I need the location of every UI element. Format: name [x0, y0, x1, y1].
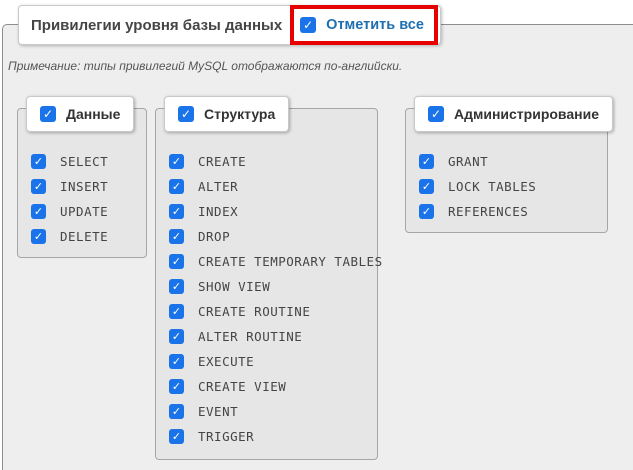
privilege-label: TRIGGER — [198, 429, 255, 444]
privilege-label: CREATE — [198, 154, 247, 169]
privilege-checkbox-icon[interactable]: ✓ — [31, 229, 46, 244]
privilege-checkbox-icon[interactable]: ✓ — [169, 429, 184, 444]
check-all-highlight-box[interactable]: ✓ Отметить все — [290, 5, 438, 45]
privilege-label: CREATE TEMPORARY TABLES — [198, 254, 383, 269]
privilege-checkbox-icon[interactable]: ✓ — [419, 179, 434, 194]
privilege-row[interactable]: ✓ CREATE TEMPORARY TABLES — [169, 254, 383, 269]
group-administration-list: ✓ GRANT ✓ LOCK TABLES ✓ REFERENCES — [419, 154, 536, 219]
mysql-note: Примечание: типы привилегий MySQL отобра… — [8, 59, 403, 73]
group-structure-list: ✓ CREATE ✓ ALTER ✓ INDEX ✓ DROP ✓ CREATE TEMPORAR… — [169, 154, 383, 444]
privilege-checkbox-icon[interactable]: ✓ — [169, 204, 184, 219]
group-structure-label: Структура — [204, 106, 276, 122]
privilege-label: EXECUTE — [198, 354, 255, 369]
privilege-checkbox-icon[interactable]: ✓ — [169, 354, 184, 369]
privilege-label: LOCK TABLES — [448, 179, 537, 194]
privilege-row[interactable]: ✓ CREATE — [169, 154, 383, 169]
page-title: Привилегии уровня базы данных — [31, 16, 283, 34]
privilege-row[interactable]: ✓ DELETE — [31, 229, 108, 244]
check-all-label[interactable]: Отметить все — [326, 17, 424, 33]
privilege-row[interactable]: ✓ DROP — [169, 229, 383, 244]
privilege-label: CREATE ROUTINE — [198, 304, 311, 319]
privilege-checkbox-icon[interactable]: ✓ — [169, 304, 184, 319]
privilege-label: UPDATE — [60, 204, 109, 219]
privilege-checkbox-icon[interactable]: ✓ — [31, 204, 46, 219]
privilege-label: SELECT — [60, 154, 109, 169]
privilege-label: REFERENCES — [448, 204, 529, 219]
privilege-row[interactable]: ✓ ALTER — [169, 179, 383, 194]
group-administration-label: Администрирование — [454, 106, 599, 122]
group-structure-checkbox-icon[interactable]: ✓ — [178, 106, 194, 122]
privilege-label: SHOW VIEW — [198, 279, 271, 294]
privilege-checkbox-icon[interactable]: ✓ — [419, 154, 434, 169]
privilege-row[interactable]: ✓ CREATE VIEW — [169, 379, 383, 394]
group-data-checkbox-icon[interactable]: ✓ — [40, 106, 56, 122]
privilege-label: DELETE — [60, 229, 109, 244]
privilege-label: EVENT — [198, 404, 239, 419]
privilege-row[interactable]: ✓ SHOW VIEW — [169, 279, 383, 294]
privilege-checkbox-icon[interactable]: ✓ — [31, 154, 46, 169]
privilege-row[interactable]: ✓ ALTER ROUTINE — [169, 329, 383, 344]
privilege-checkbox-icon[interactable]: ✓ — [169, 279, 184, 294]
privilege-row[interactable]: ✓ SELECT — [31, 154, 108, 169]
privilege-label: ALTER ROUTINE — [198, 329, 303, 344]
privilege-checkbox-icon[interactable]: ✓ — [31, 179, 46, 194]
privilege-row[interactable]: ✓ EXECUTE — [169, 354, 383, 369]
privilege-checkbox-icon[interactable]: ✓ — [169, 179, 184, 194]
privilege-row[interactable]: ✓ GRANT — [419, 154, 536, 169]
privilege-label: ALTER — [198, 179, 239, 194]
privilege-checkbox-icon[interactable]: ✓ — [169, 254, 184, 269]
privilege-row[interactable]: ✓ INDEX — [169, 204, 383, 219]
privilege-row[interactable]: ✓ LOCK TABLES — [419, 179, 536, 194]
privilege-row[interactable]: ✓ CREATE ROUTINE — [169, 304, 383, 319]
privilege-checkbox-icon[interactable]: ✓ — [169, 379, 184, 394]
check-all-checkbox-icon[interactable]: ✓ — [300, 17, 317, 33]
group-data-label: Данные — [66, 106, 121, 122]
privilege-row[interactable]: ✓ UPDATE — [31, 204, 108, 219]
group-administration-checkbox-icon[interactable]: ✓ — [428, 106, 444, 122]
privilege-checkbox-icon[interactable]: ✓ — [169, 329, 184, 344]
privileges-legend: Привилегии уровня базы данных ✓ Отметить… — [18, 5, 441, 45]
group-data: ✓ Данные ✓ SELECT ✓ INSERT ✓ UPDATE ✓ DELETE — [17, 96, 147, 258]
privilege-checkbox-icon[interactable]: ✓ — [419, 204, 434, 219]
privilege-row[interactable]: ✓ EVENT — [169, 404, 383, 419]
group-structure-legend[interactable]: ✓ Структура — [164, 96, 290, 132]
privilege-label: INDEX — [198, 204, 239, 219]
privilege-label: GRANT — [448, 154, 489, 169]
privilege-label: DROP — [198, 229, 231, 244]
privilege-checkbox-icon[interactable]: ✓ — [169, 404, 184, 419]
privilege-row[interactable]: ✓ TRIGGER — [169, 429, 383, 444]
group-data-list: ✓ SELECT ✓ INSERT ✓ UPDATE ✓ DELETE — [31, 154, 108, 244]
group-administration-legend[interactable]: ✓ Администрирование — [414, 96, 613, 132]
group-structure: ✓ Структура ✓ CREATE ✓ ALTER ✓ INDEX ✓ DROP ✓ CRE… — [155, 96, 382, 460]
group-administration: ✓ Администрирование ✓ GRANT ✓ LOCK TABLES ✓ R… — [405, 96, 613, 233]
privilege-row[interactable]: ✓ REFERENCES — [419, 204, 536, 219]
privilege-label: INSERT — [60, 179, 109, 194]
privilege-checkbox-icon[interactable]: ✓ — [169, 154, 184, 169]
privilege-row[interactable]: ✓ INSERT — [31, 179, 108, 194]
group-data-legend[interactable]: ✓ Данные — [26, 96, 135, 132]
privilege-label: CREATE VIEW — [198, 379, 287, 394]
privilege-checkbox-icon[interactable]: ✓ — [169, 229, 184, 244]
